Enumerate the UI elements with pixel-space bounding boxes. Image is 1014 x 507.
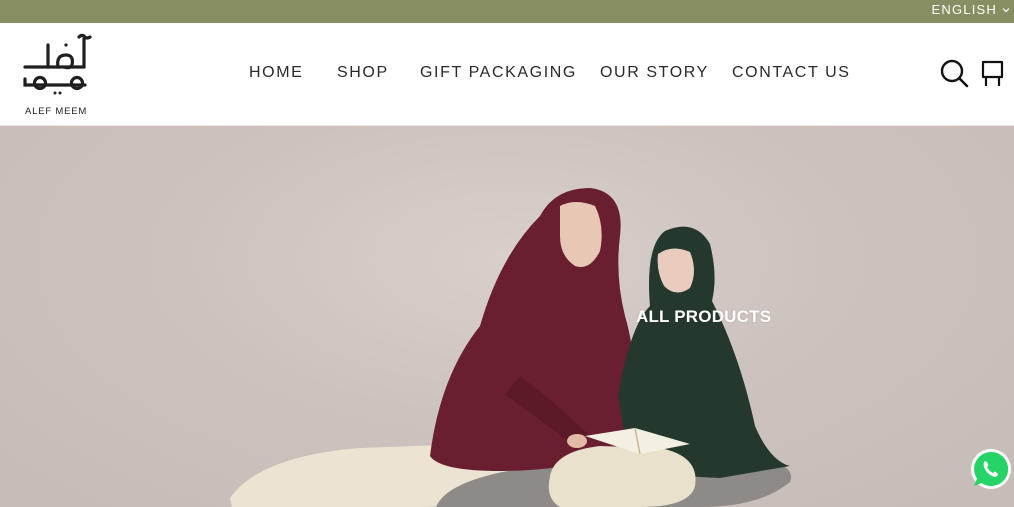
search-icon [940, 59, 969, 88]
hero-image [230, 188, 792, 507]
site-header: ALEF MEEM HOME SHOP GIFT PACKAGING OUR S… [0, 23, 1014, 126]
cart-button[interactable] [979, 57, 1005, 89]
whatsapp-button[interactable] [970, 448, 1012, 490]
search-button[interactable] [939, 57, 969, 89]
nav-home[interactable]: HOME [249, 64, 303, 82]
nav-gift-packaging[interactable]: GIFT PACKAGING [420, 64, 577, 82]
language-label: ENGLISH [931, 2, 997, 17]
nav-our-story[interactable]: OUR STORY [600, 64, 709, 82]
nav-contact-us[interactable]: CONTACT US [732, 64, 851, 82]
top-bar: ENGLISH [0, 0, 1014, 23]
language-selector[interactable]: ENGLISH [932, 2, 1010, 17]
cart-icon [981, 60, 1004, 86]
hero-banner[interactable]: ALL PRODUCTS [0, 126, 1014, 507]
chevron-down-icon [1002, 7, 1010, 12]
whatsapp-icon [971, 449, 1011, 489]
nav-shop[interactable]: SHOP [337, 64, 389, 82]
main-nav: HOME SHOP GIFT PACKAGING OUR STORY CONTA… [0, 23, 1014, 126]
hero-title[interactable]: ALL PRODUCTS [636, 307, 771, 327]
